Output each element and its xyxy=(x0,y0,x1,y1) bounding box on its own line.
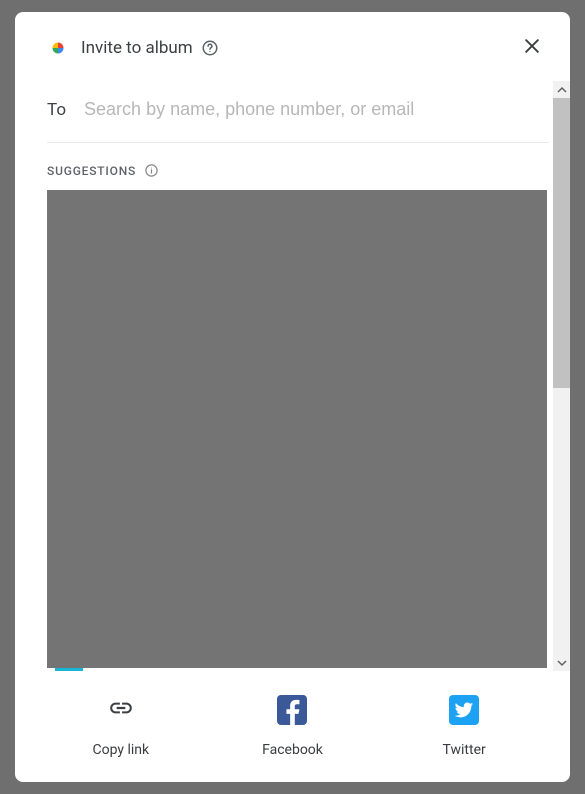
scroll-up-button[interactable] xyxy=(553,81,570,98)
close-icon xyxy=(522,36,542,59)
close-button[interactable] xyxy=(518,32,546,63)
dialog-body: To SUGGESTIONS xyxy=(15,81,570,671)
to-label: To xyxy=(47,100,66,120)
twitter-label: Twitter xyxy=(443,742,486,758)
suggestions-header: SUGGESTIONS xyxy=(47,143,553,190)
invite-dialog: Invite to album To SUGGESTIONS xyxy=(15,12,570,782)
scrollbar[interactable] xyxy=(553,81,570,671)
info-icon[interactable] xyxy=(144,163,159,178)
copy-link-button[interactable]: Copy link xyxy=(51,692,191,758)
help-icon[interactable] xyxy=(201,39,219,57)
to-field-row: To xyxy=(47,81,549,143)
link-icon xyxy=(108,695,134,725)
recipient-search-input[interactable] xyxy=(84,99,537,120)
suggestions-list[interactable] xyxy=(47,190,547,671)
accent-bar xyxy=(55,668,83,671)
twitter-button[interactable]: Twitter xyxy=(394,692,534,758)
content-area: To SUGGESTIONS xyxy=(15,81,553,671)
twitter-icon xyxy=(449,695,479,725)
facebook-label: Facebook xyxy=(262,742,323,758)
dialog-header: Invite to album xyxy=(15,12,570,81)
google-photos-logo-icon xyxy=(47,37,69,59)
dialog-title: Invite to album xyxy=(81,38,193,58)
suggestions-label: SUGGESTIONS xyxy=(47,164,136,178)
scrollbar-thumb[interactable] xyxy=(553,98,570,388)
share-footer: Copy link Facebook Twitter xyxy=(15,671,570,782)
facebook-button[interactable]: Facebook xyxy=(222,692,362,758)
facebook-icon xyxy=(277,695,307,725)
copy-link-label: Copy link xyxy=(93,742,150,758)
scroll-down-button[interactable] xyxy=(553,654,570,671)
